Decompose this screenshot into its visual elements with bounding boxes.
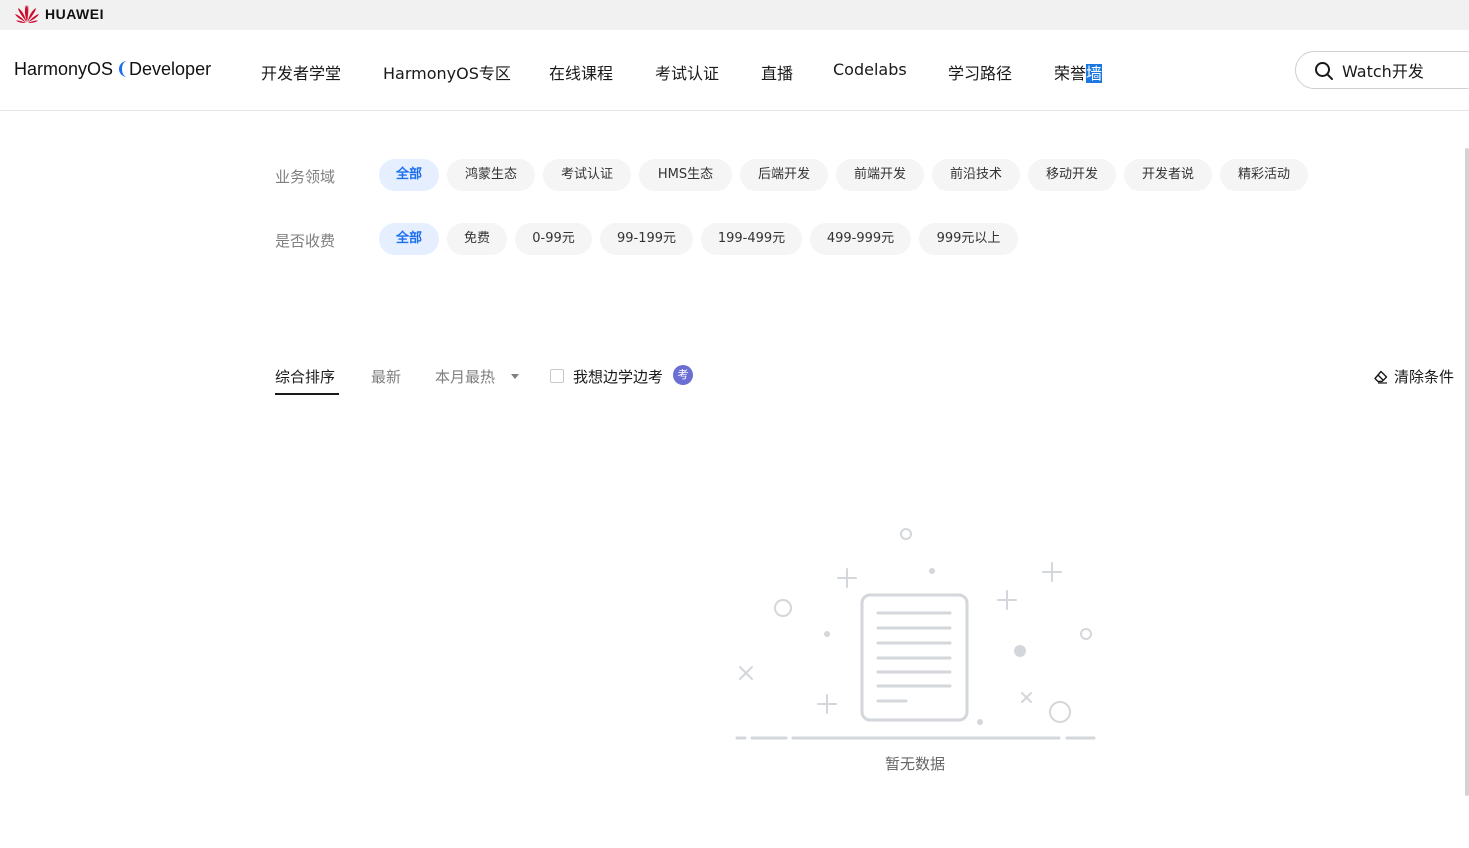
filter-label-fee: 是否收费 — [275, 232, 336, 250]
sort-tab-latest[interactable]: 最新 — [371, 366, 401, 387]
chip-domain-backend[interactable]: 后端开发 — [740, 159, 828, 191]
huawei-flower-icon — [15, 5, 39, 23]
chip-domain-frontier-tech[interactable]: 前沿技术 — [932, 159, 1020, 191]
filter-label-domain: 业务领域 — [275, 168, 336, 186]
sort-tab-hottest-month[interactable]: 本月最热 — [435, 366, 495, 387]
chip-fee-199-499[interactable]: 199-499元 — [701, 223, 802, 255]
active-tab-indicator — [275, 393, 339, 395]
chip-fee-99-199[interactable]: 99-199元 — [600, 223, 693, 255]
empty-state-text: 暂无数据 — [884, 755, 945, 773]
chevron-down-icon[interactable] — [511, 374, 519, 379]
brand-prefix: HarmonyOS — [14, 59, 114, 79]
huawei-topbar: HUAWEI — [0, 0, 1469, 30]
huawei-logo[interactable]: HUAWEI — [14, 4, 104, 24]
search-input[interactable] — [1342, 59, 1469, 81]
brand-suffix: Developer — [129, 59, 212, 79]
clear-filters-button[interactable]: 清除条件 — [1373, 366, 1454, 387]
chip-fee-0-99[interactable]: 0-99元 — [515, 223, 592, 255]
main-navbar: HarmonyOS Developer 开发者学堂 HarmonyOS专区 在线课… — [0, 30, 1469, 111]
chip-domain-harmony-ecosystem[interactable]: 鸿蒙生态 — [447, 159, 535, 191]
chip-domain-hms-ecosystem[interactable]: HMS生态 — [639, 159, 732, 191]
harmonyos-developer-logo[interactable]: HarmonyOS Developer — [14, 59, 211, 80]
nav-item-codelabs[interactable]: Codelabs — [833, 60, 907, 79]
learn-and-exam-label[interactable]: 我想边学边考 — [573, 366, 663, 387]
learn-and-exam-checkbox[interactable] — [550, 369, 564, 383]
nav-item-harmonyos-zone[interactable]: HarmonyOS专区 — [383, 60, 511, 84]
empty-document-illustration — [735, 528, 1096, 740]
clear-filters-label: 清除条件 — [1394, 368, 1455, 386]
nav-item-developer-school[interactable]: 开发者学堂 — [261, 60, 341, 84]
page-scrollbar[interactable] — [1465, 148, 1469, 796]
chip-fee-499-999[interactable]: 499-999元 — [810, 223, 911, 255]
text-selection-highlight: 墙 — [1086, 64, 1103, 83]
nav-item-learning-path[interactable]: 学习路径 — [948, 60, 1012, 84]
nav-item-honor-wall[interactable]: 荣誉墙 — [1054, 60, 1103, 84]
nav-item-live[interactable]: 直播 — [761, 60, 793, 84]
nav-item-exam-certification[interactable]: 考试认证 — [655, 60, 719, 84]
exam-badge: 考 — [673, 365, 693, 385]
chip-fee-all[interactable]: 全部 — [379, 223, 439, 255]
chip-domain-exam-certification[interactable]: 考试认证 — [543, 159, 631, 191]
chip-fee-999-plus[interactable]: 999元以上 — [919, 223, 1018, 255]
chip-domain-mobile[interactable]: 移动开发 — [1028, 159, 1116, 191]
search-icon[interactable] — [1314, 61, 1334, 81]
nav-honor-prefix: 荣誉 — [1054, 64, 1087, 83]
sort-tab-comprehensive[interactable]: 综合排序 — [275, 366, 335, 387]
chip-domain-developer-talk[interactable]: 开发者说 — [1124, 159, 1212, 191]
chip-domain-events[interactable]: 精彩活动 — [1220, 159, 1308, 191]
chip-domain-all[interactable]: 全部 — [379, 159, 439, 191]
chip-domain-frontend[interactable]: 前端开发 — [836, 159, 924, 191]
huawei-wordmark: HUAWEI — [45, 6, 104, 22]
nav-item-online-courses[interactable]: 在线课程 — [549, 60, 613, 84]
eraser-icon — [1374, 370, 1388, 384]
chip-fee-free[interactable]: 免费 — [447, 223, 507, 255]
search-box[interactable] — [1295, 51, 1469, 89]
